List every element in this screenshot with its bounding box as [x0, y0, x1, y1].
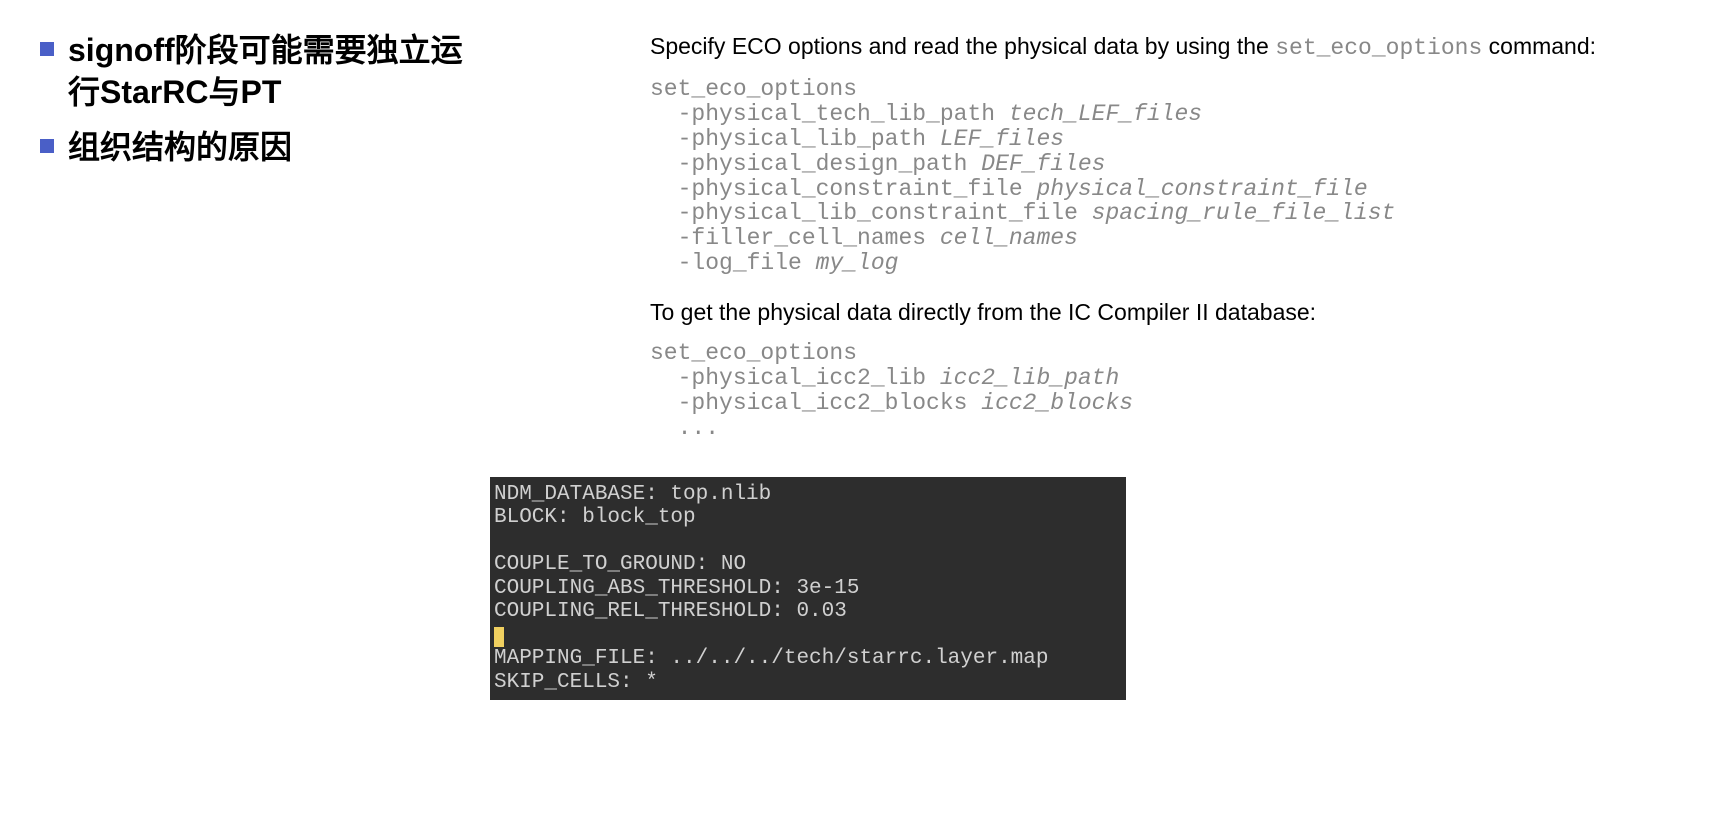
bullet-square-icon [40, 139, 54, 153]
bullet-square-icon [40, 42, 54, 56]
code1-italic: spacing_rule_file_list [1092, 200, 1396, 226]
terminal-line: COUPLE_TO_GROUND: NO [494, 553, 746, 576]
code1-line: -physical_constraint_file [650, 176, 1036, 202]
code1-italic: my_log [816, 250, 899, 276]
code1-line: -filler_cell_names [650, 225, 940, 251]
code2-line: set_eco_options [650, 340, 857, 366]
code1-italic: tech_LEF_files [1009, 101, 1202, 127]
right-column: Specify ECO options and read the physica… [490, 30, 1678, 794]
code2-italic: icc2_lib_path [940, 365, 1119, 391]
code1-italic: cell_names [940, 225, 1078, 251]
code2-italic: icc2_blocks [981, 390, 1133, 416]
code1-italic: DEF_files [981, 151, 1105, 177]
code1-line: -physical_tech_lib_path [650, 101, 1009, 127]
code1-italic: LEF_files [940, 126, 1064, 152]
para1-prefix: Specify ECO options and read the physica… [650, 33, 1275, 59]
left-column: signoff阶段可能需要独立运行StarRC与PT 组织结构的原因 [40, 30, 490, 794]
code1-line: -physical_design_path [650, 151, 981, 177]
para1-inline-code: set_eco_options [1275, 35, 1482, 61]
terminal-line: COUPLING_REL_THRESHOLD: 0.03 [494, 600, 847, 623]
code1-line: set_eco_options [650, 76, 857, 102]
code-block-1: set_eco_options -physical_tech_lib_path … [650, 77, 1638, 276]
code1-line: -log_file [650, 250, 816, 276]
bullet-text: signoff阶段可能需要独立运行StarRC与PT [68, 30, 490, 113]
terminal-line: NDM_DATABASE: top.nlib [494, 483, 771, 506]
terminal-line: COUPLING_ABS_THRESHOLD: 3e-15 [494, 577, 859, 600]
terminal-line: MAPPING_FILE: ../../../tech/starrc.layer… [494, 647, 1049, 670]
code-block-2: set_eco_options -physical_icc2_lib icc2_… [650, 341, 1638, 440]
para1-suffix: command: [1482, 33, 1596, 59]
terminal-output: NDM_DATABASE: top.nlib BLOCK: block_top … [490, 477, 1126, 701]
bullet-item: 组织结构的原因 [40, 127, 490, 169]
bullet-list: signoff阶段可能需要独立运行StarRC与PT 组织结构的原因 [40, 30, 490, 169]
terminal-line: SKIP_CELLS: * [494, 671, 658, 694]
terminal-cursor-icon [494, 627, 504, 647]
paragraph-2: To get the physical data directly from t… [650, 296, 1638, 329]
code1-line: -physical_lib_constraint_file [650, 200, 1092, 226]
bullet-item: signoff阶段可能需要独立运行StarRC与PT [40, 30, 490, 113]
terminal-line: BLOCK: block_top [494, 506, 696, 529]
code1-italic: physical_constraint_file [1036, 176, 1367, 202]
code2-line: ... [650, 415, 719, 441]
code2-line: -physical_icc2_lib [650, 365, 940, 391]
code1-line: -physical_lib_path [650, 126, 940, 152]
paragraph-1: Specify ECO options and read the physica… [650, 30, 1638, 65]
code2-line: -physical_icc2_blocks [650, 390, 981, 416]
bullet-text: 组织结构的原因 [68, 127, 292, 169]
